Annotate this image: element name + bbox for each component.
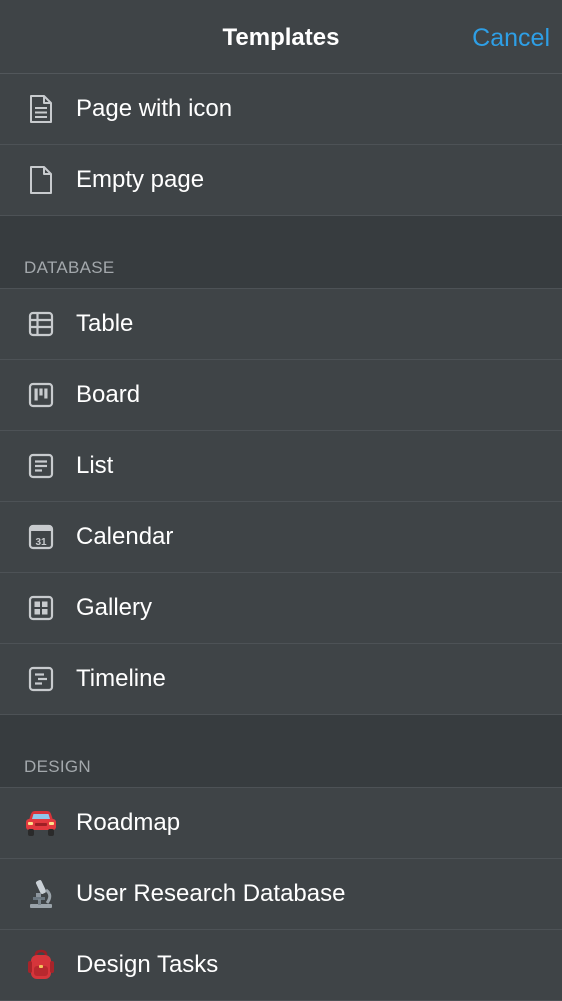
template-item-label: Table	[76, 310, 134, 337]
template-item-label: Empty page	[76, 166, 205, 193]
backpack-emoji-icon	[24, 948, 58, 982]
microscope-emoji-icon	[24, 877, 58, 911]
template-item-label: Board	[76, 381, 141, 408]
design-section-header: DESIGN	[0, 715, 562, 788]
page-with-icon-icon	[24, 92, 58, 126]
template-item-gallery[interactable]: Gallery	[0, 573, 562, 644]
template-item-roadmap[interactable]: Roadmap	[0, 788, 562, 859]
template-item-timeline[interactable]: Timeline	[0, 644, 562, 715]
gallery-icon	[24, 591, 58, 625]
template-item-list[interactable]: List	[0, 431, 562, 502]
timeline-icon	[24, 662, 58, 696]
car-emoji-icon	[24, 806, 58, 840]
template-item-label: List	[76, 452, 114, 479]
template-item-design-tasks[interactable]: Design Tasks	[0, 930, 562, 1001]
template-item-label: Gallery	[76, 594, 153, 621]
section-title: DESIGN	[24, 757, 91, 776]
template-item-label: Timeline	[76, 665, 166, 692]
cancel-button[interactable]: Cancel	[472, 24, 550, 53]
template-item-user-research-database[interactable]: User Research Database	[0, 859, 562, 930]
table-icon	[24, 307, 58, 341]
navigation-bar: Templates Cancel	[0, 0, 562, 74]
calendar-icon: 31	[24, 520, 58, 554]
board-icon	[24, 378, 58, 412]
template-item-label: Design Tasks	[76, 951, 219, 978]
database-section-header: DATABASE	[0, 216, 562, 289]
calendar-icon-day: 31	[35, 537, 47, 548]
template-item-label: Roadmap	[76, 809, 181, 836]
template-item-empty-page[interactable]: Empty page	[0, 145, 562, 216]
template-item-calendar[interactable]: 31 Calendar	[0, 502, 562, 573]
section-title: DATABASE	[24, 258, 115, 277]
template-item-page-with-icon[interactable]: Page with icon	[0, 74, 562, 145]
template-item-label: Page with icon	[76, 95, 233, 122]
template-item-label: Calendar	[76, 523, 174, 550]
empty-page-icon	[24, 163, 58, 197]
template-item-board[interactable]: Board	[0, 360, 562, 431]
template-item-table[interactable]: Table	[0, 289, 562, 360]
template-item-label: User Research Database	[76, 880, 346, 907]
list-icon	[24, 449, 58, 483]
